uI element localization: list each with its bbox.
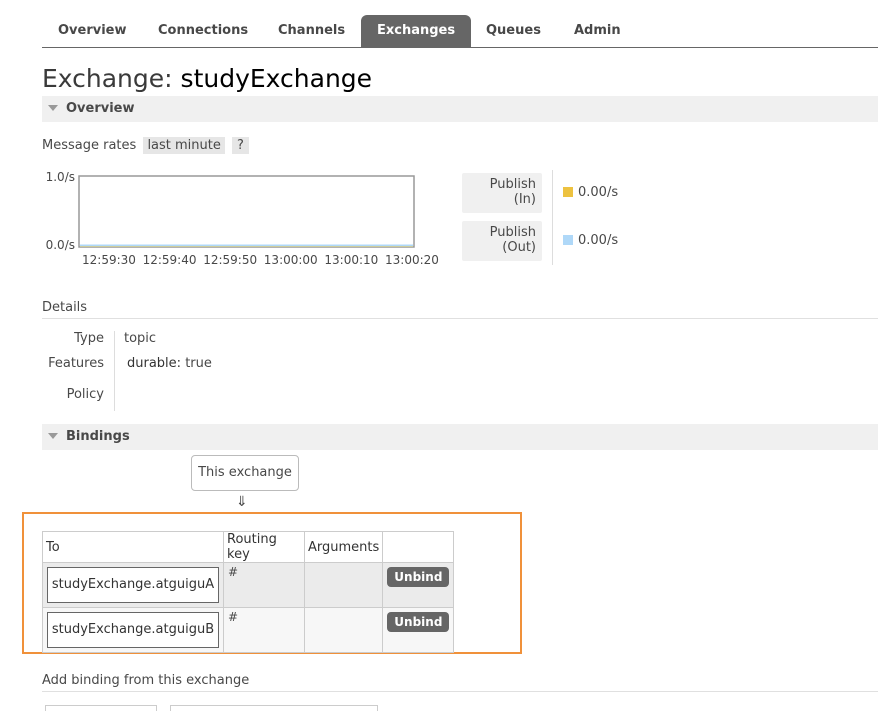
this-exchange-box: This exchange: [191, 455, 299, 491]
features-key: durable:: [127, 356, 182, 371]
legend-divider: [552, 170, 553, 265]
exchange-name: studyExchange: [180, 64, 373, 93]
x-tick-label: 13:00:00: [264, 253, 318, 267]
bindings-table: To Routing key Arguments studyExchange.a…: [42, 531, 455, 653]
bindings-header-label: Bindings: [66, 429, 130, 444]
routing-key: #: [228, 610, 239, 624]
page-title: Exchange: studyExchange: [42, 64, 372, 93]
arguments-cell: [303, 562, 384, 608]
details-title: Details: [42, 300, 88, 315]
unbind-button[interactable]: Unbind: [387, 612, 450, 632]
publish-in-rate: 0.00/s: [563, 185, 618, 200]
features-durable-value: true: [185, 356, 212, 371]
overview-header-label: Overview: [66, 101, 135, 116]
action-cell: Unbind: [382, 562, 455, 608]
down-arrow-icon: ⇓: [236, 494, 248, 510]
y-tick-label: 0.0/s: [46, 238, 75, 252]
legend-publish-out-label-1: Publish: [489, 225, 536, 240]
policy-label: Policy: [66, 387, 104, 402]
add-binding-title: Add binding from this exchange: [42, 673, 250, 688]
collapse-triangle-icon: [48, 432, 58, 439]
destination-name-input[interactable]: [170, 705, 378, 711]
publish-in-rate-value: 0.00/s: [578, 185, 619, 200]
x-tick-label: 12:59:50: [203, 253, 257, 267]
legend-publish-out-label-2: (Out): [502, 240, 536, 255]
publish-in-swatch: [563, 186, 573, 197]
publish-out-rate-value: 0.00/s: [578, 233, 619, 248]
bindings-section-toggle[interactable]: Bindings: [42, 424, 878, 450]
tab-connections[interactable]: Connections: [142, 15, 264, 47]
x-tick-label: 13:00:10: [324, 253, 378, 267]
table-row: studyExchange.atguiguB # Unbind: [42, 607, 455, 653]
tab-queues[interactable]: Queues: [470, 15, 557, 47]
column-header-arguments: Arguments: [303, 531, 384, 563]
publish-out-swatch: [563, 234, 573, 245]
unbind-button[interactable]: Unbind: [387, 567, 450, 587]
routing-key: #: [228, 565, 239, 579]
chart-plot-area: [78, 175, 415, 248]
destination-type-select[interactable]: [45, 705, 157, 711]
add-binding-divider: [42, 691, 878, 692]
main-nav: Overview Connections Channels Exchanges …: [42, 15, 878, 48]
binding-to-cell: studyExchange.atguiguB: [42, 607, 224, 653]
column-header-to: To: [42, 531, 224, 563]
legend-publish-out[interactable]: Publish (Out): [462, 221, 542, 261]
type-label: Type: [74, 331, 104, 346]
legend-publish-in-label-2: (In): [513, 192, 536, 207]
features-label: Features: [48, 356, 104, 371]
type-value: topic: [124, 331, 157, 346]
details-divider: [42, 318, 878, 319]
x-tick-label: 12:59:40: [143, 253, 197, 267]
page-title-prefix: Exchange:: [42, 64, 173, 93]
message-rates-chart: 1.0/s 0.0/s 12:59:30 12:59:40 12:59:50 13:00:…: [46, 170, 439, 267]
legend-publish-in[interactable]: Publish (In): [462, 173, 542, 213]
message-rates-controls: Message rates last minute ?: [42, 137, 249, 154]
collapse-triangle-icon: [48, 104, 58, 111]
tab-admin[interactable]: Admin: [558, 15, 637, 47]
table-header-row: To Routing key Arguments: [42, 531, 455, 563]
x-tick-label: 12:59:30: [82, 253, 136, 267]
features-value: durable: true: [127, 356, 212, 371]
binding-to-cell: studyExchange.atguiguA: [42, 562, 224, 608]
column-header-actions: [382, 531, 455, 563]
queue-link[interactable]: studyExchange.atguiguB: [47, 612, 219, 648]
y-tick-label: 1.0/s: [46, 170, 75, 184]
rates-range-selector[interactable]: last minute: [143, 137, 225, 154]
tab-channels[interactable]: Channels: [262, 15, 361, 47]
table-row: studyExchange.atguiguA # Unbind: [42, 562, 455, 608]
publish-out-rate: 0.00/s: [563, 233, 618, 248]
tab-exchanges[interactable]: Exchanges: [361, 15, 472, 47]
routing-key-cell: #: [223, 562, 305, 608]
legend-publish-in-label-1: Publish: [489, 177, 536, 192]
queue-link[interactable]: studyExchange.atguiguA: [47, 567, 219, 603]
message-rates-label: Message rates: [42, 138, 137, 153]
tab-overview[interactable]: Overview: [42, 15, 143, 47]
routing-key-cell: #: [223, 607, 305, 653]
rates-help-button[interactable]: ?: [232, 137, 249, 154]
action-cell: Unbind: [382, 607, 455, 653]
overview-section-toggle[interactable]: Overview: [42, 96, 878, 122]
arguments-cell: [303, 607, 384, 653]
details-separator: [114, 331, 115, 411]
x-tick-label: 13:00:20: [385, 253, 439, 267]
column-header-routing-key: Routing key: [223, 531, 305, 563]
